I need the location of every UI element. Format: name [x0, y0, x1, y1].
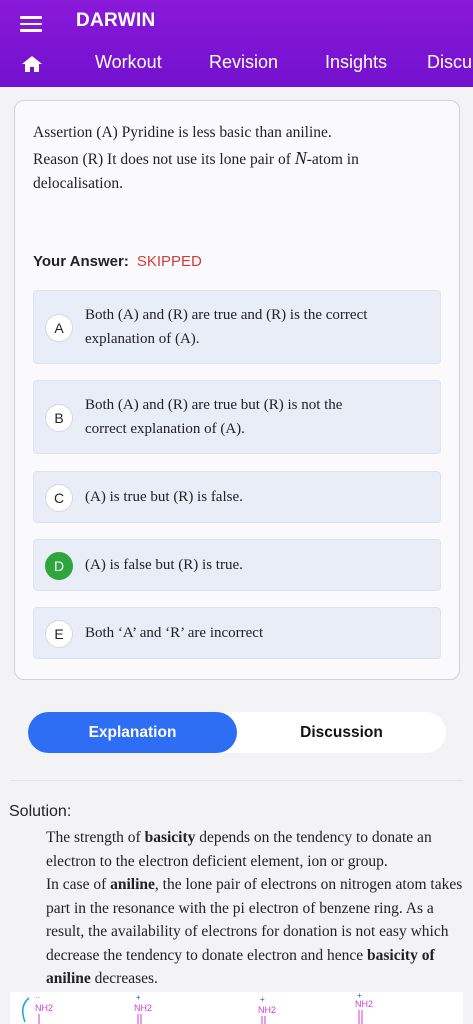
divider: [10, 780, 463, 781]
solution-heading: Solution:: [9, 803, 72, 820]
svg-text:··: ··: [35, 993, 40, 1002]
tab-insights[interactable]: Insights: [325, 52, 387, 73]
resonance-structures-image: NH2 ·· + NH2 + NH2 + NH2: [10, 992, 463, 1024]
structure-label: NH2: [35, 1003, 53, 1013]
question-line-2: Reason (R) It does not use its lone pair…: [33, 146, 443, 173]
hamburger-menu-icon[interactable]: [20, 15, 44, 33]
option-letter-correct: D: [45, 552, 73, 580]
option-c[interactable]: C (A) is true but (R) is false.: [33, 471, 441, 523]
discussion-tab[interactable]: Discussion: [237, 712, 446, 753]
option-text-line: Both (A) and (R) are true and (R) is the…: [85, 307, 368, 323]
tab-revision[interactable]: Revision: [209, 52, 278, 73]
home-icon[interactable]: [21, 55, 43, 73]
question-line-3: delocalisation.: [33, 175, 123, 192]
aniline-structure-3: + NH2: [258, 995, 276, 1024]
answer-status-badge: SKIPPED: [136, 253, 202, 270]
solution-text-run: decreases.: [90, 970, 158, 987]
option-letter: B: [45, 404, 73, 432]
option-letter: A: [45, 314, 73, 342]
tab-workout[interactable]: Workout: [95, 52, 162, 73]
aniline-structure-1: NH2 ··: [22, 993, 53, 1024]
question-line-1: Assertion (A) Pyridine is less basic tha…: [33, 124, 332, 141]
option-text: (A) is true but (R) is false.: [85, 489, 243, 505]
option-text: (A) is false but (R) is true.: [85, 557, 243, 573]
solution-paragraph-1: The strength of basicity depends on the …: [46, 826, 466, 873]
svg-text:+: +: [136, 993, 141, 1002]
question-text: Assertion (A) Pyridine is less basic tha…: [33, 121, 443, 197]
structure-label: NH2: [258, 1005, 276, 1015]
option-d[interactable]: D (A) is false but (R) is true.: [33, 539, 441, 591]
solution-paragraph-2: In case of aniline, the lone pair of ele…: [46, 873, 466, 991]
question-line-2-prefix: Reason (R) It does not use its lone pair…: [33, 150, 295, 168]
solution-text-run: The strength of: [46, 829, 145, 846]
solution-bold-run: basicity: [144, 829, 196, 846]
explanation-tab[interactable]: Explanation: [28, 712, 237, 753]
explanation-discussion-toggle: Explanation Discussion: [28, 712, 446, 753]
question-line-2-suffix: -atom in: [306, 150, 359, 168]
your-answer-label: Your Answer:: [33, 253, 129, 270]
aniline-structure-2: + NH2: [134, 993, 152, 1024]
solution-text: The strength of basicity depends on the …: [46, 826, 466, 991]
app-header: DARWIN Workout Revision Insights Discu: [0, 0, 473, 87]
solution-text-run: In case of: [46, 876, 111, 893]
structure-label: NH2: [355, 999, 373, 1009]
option-text: Both (A) and (R) are true but (R) is not…: [85, 394, 415, 441]
solution-bold-run: aniline: [110, 876, 155, 893]
option-text: Both (A) and (R) are true and (R) is the…: [85, 304, 415, 351]
option-text-line: Both (A) and (R) are true but (R) is not…: [85, 397, 343, 413]
question-card: Assertion (A) Pyridine is less basic tha…: [14, 100, 460, 680]
app-title: DARWIN: [76, 10, 156, 31]
svg-text:+: +: [260, 995, 265, 1004]
your-answer-row: Your Answer: SKIPPED: [33, 253, 202, 270]
nitrogen-symbol: N: [294, 147, 307, 168]
option-text-line: correct explanation of (A).: [85, 420, 245, 437]
option-e[interactable]: E Both ‘A’ and ‘R’ are incorrect: [33, 607, 441, 659]
option-letter: E: [45, 620, 73, 648]
structure-label: NH2: [134, 1003, 152, 1013]
option-b[interactable]: B Both (A) and (R) are true but (R) is n…: [33, 380, 441, 454]
tab-discussion[interactable]: Discu: [427, 52, 472, 73]
option-text: Both ‘A’ and ‘R’ are incorrect: [85, 625, 264, 641]
option-letter: C: [45, 484, 73, 512]
option-text-line: explanation of (A).: [85, 330, 200, 347]
aniline-structure-4: + NH2: [355, 992, 373, 1024]
option-a[interactable]: A Both (A) and (R) are true and (R) is t…: [33, 290, 441, 364]
